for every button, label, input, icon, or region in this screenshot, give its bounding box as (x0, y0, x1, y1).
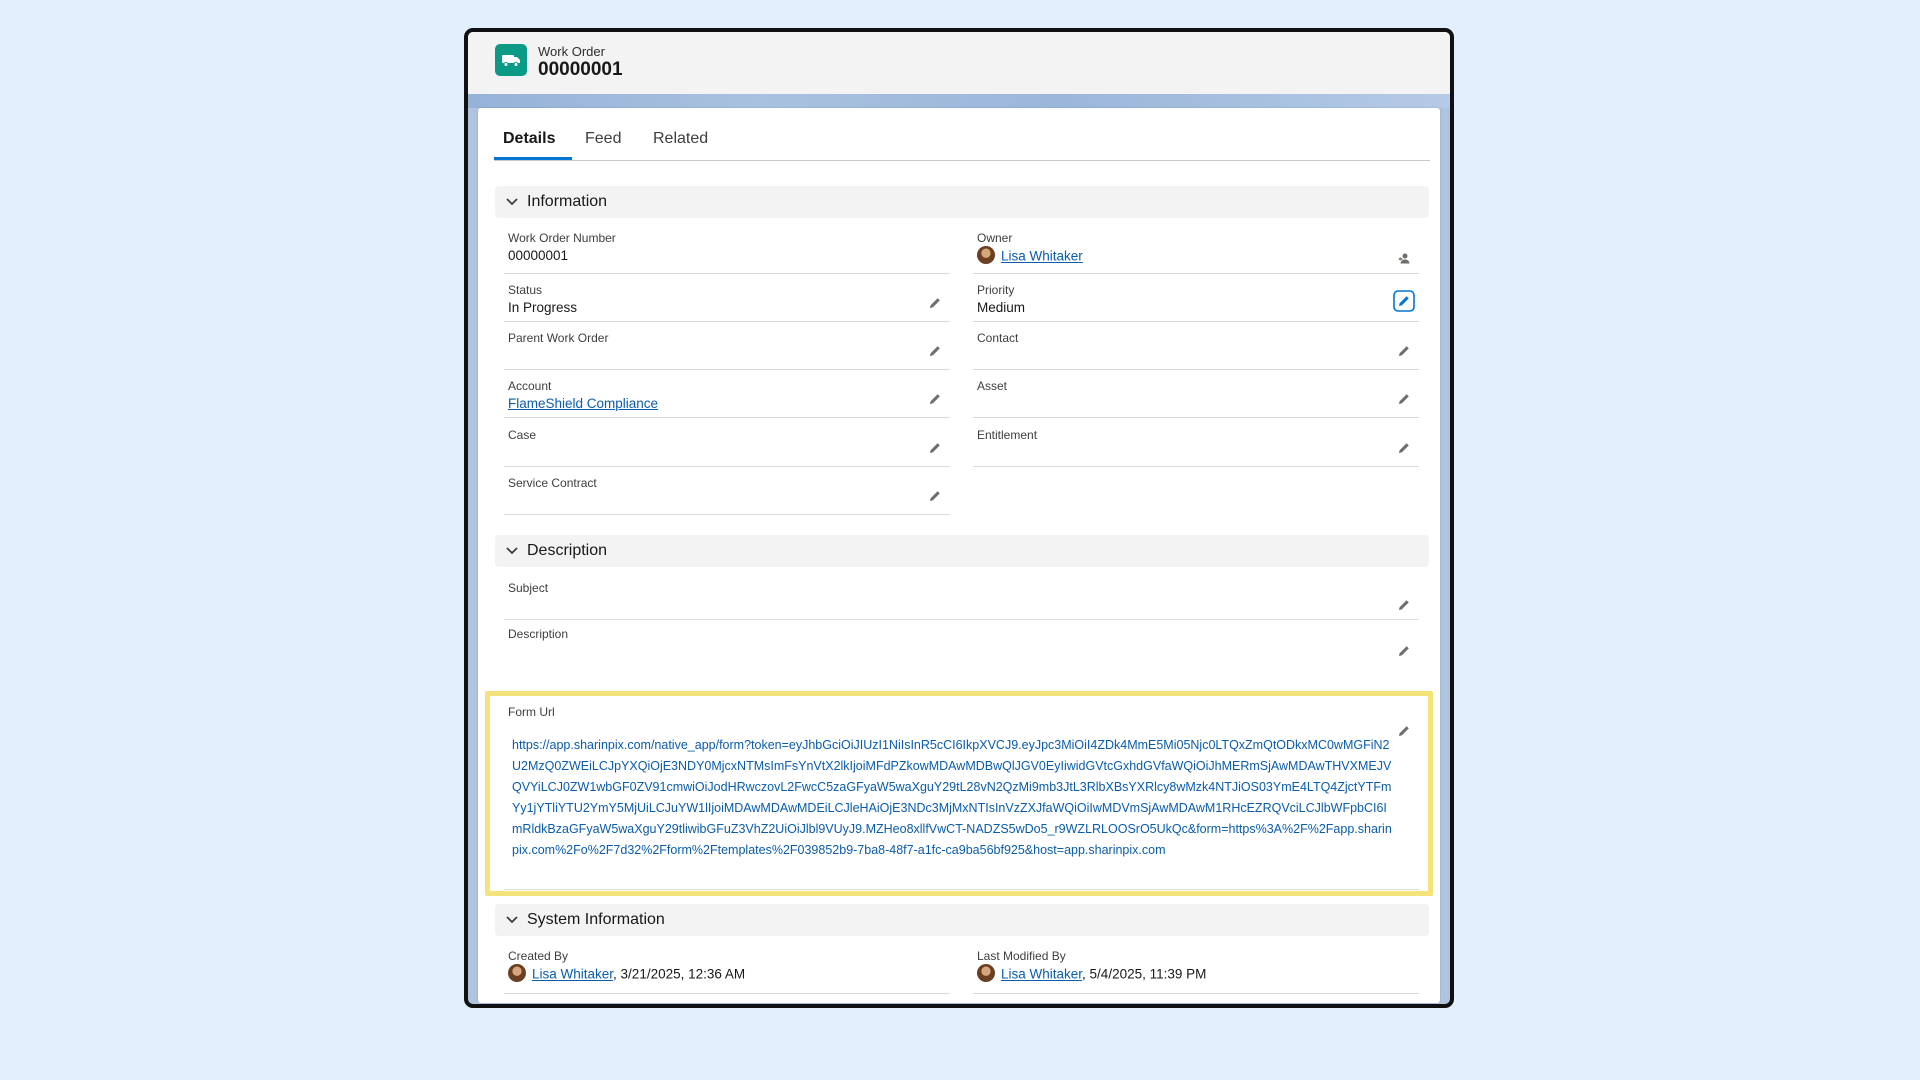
field-priority: Priority Medium (973, 278, 1419, 322)
pencil-icon[interactable] (928, 344, 942, 363)
change-owner-icon[interactable] (1397, 251, 1411, 270)
pencil-icon[interactable] (928, 296, 942, 315)
avatar (977, 964, 995, 982)
avatar (508, 964, 526, 982)
section-title: Information (527, 193, 608, 210)
field-label: Parent Work Order (508, 331, 609, 345)
field-last-modified-by: Last Modified By Lisa Whitaker, 5/4/2025… (973, 944, 1419, 994)
record-header: Work Order 00000001 (468, 32, 1450, 95)
field-label: Entitlement (977, 428, 1038, 442)
field-subject: Subject (504, 576, 1419, 620)
owner-link[interactable]: Lisa Whitaker (1001, 249, 1083, 264)
field-value: 00000001 (508, 248, 569, 263)
pencil-icon[interactable] (1397, 598, 1411, 617)
chevron-down-icon[interactable] (505, 194, 519, 213)
tab-details[interactable]: Details (503, 130, 555, 148)
object-label: Work Order (538, 44, 605, 59)
field-value: Medium (977, 300, 1026, 315)
account-link[interactable]: FlameShield Compliance (508, 396, 658, 411)
details-card: Details Feed Related Information Work Or… (478, 108, 1440, 1003)
section-system-information[interactable]: System Information (495, 904, 1429, 936)
owner-value: Lisa Whitaker (977, 246, 1083, 266)
field-label: Asset (977, 379, 1008, 393)
section-title: Description (527, 542, 608, 559)
field-work-order-number: Work Order Number 00000001 (504, 226, 950, 274)
pencil-icon[interactable] (928, 489, 942, 508)
field-label: Owner (977, 231, 1013, 245)
section-title: System Information (527, 911, 665, 928)
pencil-icon[interactable] (1397, 441, 1411, 460)
form-url-link[interactable]: https://app.sharinpix.com/native_app/for… (512, 735, 1392, 861)
record-window: Work Order 00000001 Details Feed Related… (464, 28, 1454, 1008)
pencil-icon[interactable] (1397, 644, 1411, 663)
field-label: Service Contract (508, 476, 597, 490)
created-date: , 3/21/2025, 12:36 AM (613, 966, 746, 982)
pencil-icon[interactable] (928, 392, 942, 411)
pencil-icon[interactable] (1397, 724, 1411, 743)
field-value: In Progress (508, 300, 578, 315)
field-label: Status (508, 283, 543, 297)
section-description[interactable]: Description (495, 535, 1429, 567)
truck-icon (495, 44, 527, 76)
field-label: Created By (508, 949, 569, 963)
section-information[interactable]: Information (495, 186, 1429, 218)
field-contact: Contact (973, 326, 1419, 370)
field-owner: Owner Lisa Whitaker (973, 226, 1419, 274)
tab-related[interactable]: Related (653, 130, 708, 148)
field-account: Account FlameShield Compliance (504, 374, 950, 418)
field-asset: Asset (973, 374, 1419, 418)
chevron-down-icon[interactable] (505, 912, 519, 931)
pencil-icon[interactable] (1397, 392, 1411, 411)
field-label: Work Order Number (508, 231, 616, 245)
created-by-user-link[interactable]: Lisa Whitaker (532, 967, 613, 982)
pencil-icon[interactable] (1397, 344, 1411, 363)
chevron-down-icon[interactable] (505, 543, 519, 562)
field-label: Priority (977, 283, 1015, 297)
record-title: 00000001 (538, 59, 623, 80)
field-service-contract: Service Contract (504, 471, 950, 515)
pencil-icon[interactable] (1393, 290, 1415, 317)
field-label: Form Url (508, 705, 555, 719)
field-label: Account (508, 379, 552, 393)
field-label: Description (508, 627, 569, 641)
tab-feed[interactable]: Feed (585, 130, 621, 148)
tab-bar: Details Feed Related (494, 108, 1430, 161)
created-by-value: Lisa Whitaker, 3/21/2025, 12:36 AM (508, 964, 746, 984)
form-url-highlight: Form Url https://app.sharinpix.com/nativ… (485, 691, 1433, 896)
field-label: Last Modified By (977, 949, 1066, 963)
pencil-icon[interactable] (928, 441, 942, 460)
field-label: Case (508, 428, 537, 442)
header-band (468, 94, 1450, 108)
field-status: Status In Progress (504, 278, 950, 322)
field-case: Case (504, 423, 950, 467)
field-entitlement: Entitlement (973, 423, 1419, 467)
last-modified-user-link[interactable]: Lisa Whitaker (1001, 967, 1082, 982)
active-tab-indicator (494, 157, 572, 160)
field-form-url: Form Url https://app.sharinpix.com/nativ… (504, 700, 1419, 890)
field-created-by: Created By Lisa Whitaker, 3/21/2025, 12:… (504, 944, 950, 994)
last-modified-value: Lisa Whitaker, 5/4/2025, 11:39 PM (977, 964, 1207, 984)
field-parent-work-order: Parent Work Order (504, 326, 950, 370)
field-label: Subject (508, 581, 549, 595)
avatar (977, 246, 995, 264)
field-label: Contact (977, 331, 1019, 345)
field-description: Description (504, 622, 1419, 666)
last-modified-date: , 5/4/2025, 11:39 PM (1082, 966, 1207, 982)
